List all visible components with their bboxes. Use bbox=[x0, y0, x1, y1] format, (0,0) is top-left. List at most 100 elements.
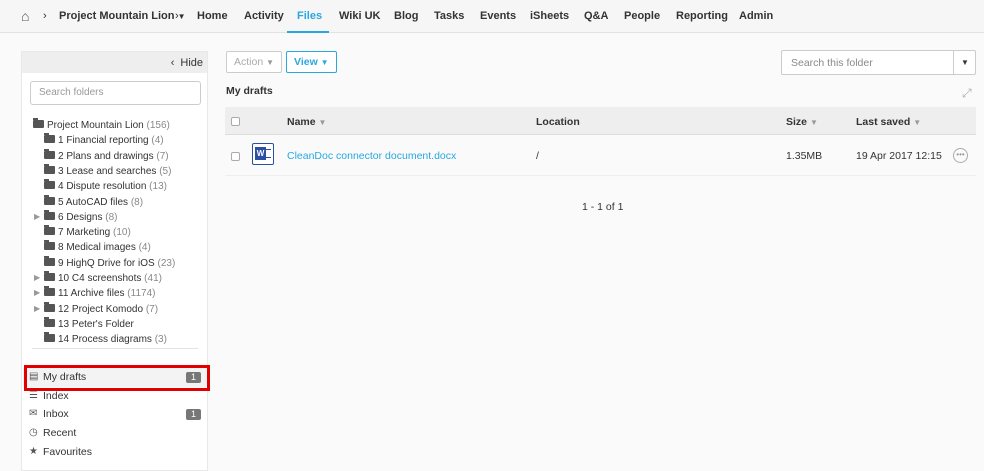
folder-item[interactable]: 9 HighQ Drive for iOS (23) bbox=[44, 255, 176, 273]
top-navigation: ⌂ › Project Mountain Lion ▼ › Home Activi… bbox=[0, 0, 984, 33]
column-last-saved[interactable]: Last saved ▼ bbox=[856, 116, 921, 128]
search-options-dropdown[interactable]: ▼ bbox=[953, 51, 976, 74]
sidebar-item-label: Recent bbox=[43, 427, 77, 440]
chevron-right-icon: › bbox=[175, 10, 179, 22]
folder-count: (41) bbox=[144, 273, 162, 284]
count-badge: 1 bbox=[185, 409, 201, 421]
sidebar-item-label: Index bbox=[43, 389, 69, 402]
nav-tab-blog[interactable]: Blog bbox=[394, 10, 418, 22]
expand-arrow-icon[interactable]: ▶ bbox=[34, 212, 40, 221]
folder-icon bbox=[44, 163, 55, 174]
expand-arrow-icon[interactable]: ▶ bbox=[34, 273, 40, 282]
nav-tab-events[interactable]: Events bbox=[480, 10, 516, 22]
folder-icon bbox=[44, 225, 55, 236]
folder-item[interactable]: 1 Financial reporting (4) bbox=[44, 133, 164, 150]
folder-label: 8 Medical images bbox=[58, 242, 136, 254]
folder-count: (23) bbox=[157, 257, 176, 269]
folder-item[interactable]: 8 Medical images (4) bbox=[44, 240, 151, 257]
folder-count: (13) bbox=[149, 181, 167, 193]
nav-tab-reporting[interactable]: Reporting bbox=[676, 10, 728, 22]
folder-item[interactable]: 13 Peter's Folder bbox=[44, 316, 134, 334]
nav-tab-wiki-uk[interactable]: Wiki UK bbox=[339, 10, 380, 22]
folder-item[interactable]: 7 Marketing (10) bbox=[44, 225, 131, 242]
column-label: Size bbox=[786, 116, 808, 128]
folder-item[interactable]: 2 Plans and drawings (7) bbox=[44, 148, 169, 166]
folder-label: Project Mountain Lion bbox=[47, 120, 144, 131]
folder-icon bbox=[44, 148, 55, 159]
nav-tab-tasks[interactable]: Tasks bbox=[434, 10, 464, 22]
search-folders-input[interactable]: Search folders bbox=[30, 81, 201, 105]
action-label: Action bbox=[234, 56, 264, 68]
folder-label: 14 Process diagrams bbox=[58, 334, 152, 346]
nav-tab-people[interactable]: People bbox=[624, 10, 660, 22]
folder-icon bbox=[44, 316, 55, 327]
sidebar-item-recent[interactable]: ◷ Recent bbox=[23, 424, 208, 443]
folder-item[interactable]: ▶ 6 Designs (8) bbox=[34, 209, 117, 227]
project-dropdown[interactable]: Project Mountain Lion ▼ bbox=[59, 10, 185, 22]
expand-arrow-icon[interactable]: ▶ bbox=[34, 304, 40, 313]
row-checkbox[interactable] bbox=[231, 152, 240, 161]
envelope-icon: ✉ bbox=[29, 408, 38, 420]
column-label: Last saved bbox=[856, 116, 911, 128]
search-this-folder[interactable]: Search this folder ▼ bbox=[781, 50, 976, 75]
nav-tab-home[interactable]: Home bbox=[197, 10, 228, 22]
folder-label: 1 Financial reporting bbox=[58, 135, 149, 147]
folder-root[interactable]: Project Mountain Lion (156) bbox=[33, 118, 170, 135]
expand-arrow-icon[interactable]: ▶ bbox=[34, 288, 40, 297]
sidebar-item-favourites[interactable]: ★ Favourites bbox=[23, 443, 208, 462]
folder-label: 6 Designs bbox=[58, 211, 103, 223]
folder-count: (8) bbox=[130, 196, 144, 208]
nav-tab-admin[interactable]: Admin bbox=[739, 10, 773, 22]
chevron-left-icon: ‹ bbox=[170, 57, 175, 69]
select-all-checkbox[interactable] bbox=[231, 117, 240, 126]
file-name-link[interactable]: CleanDoc connector document.docx bbox=[287, 150, 456, 162]
divider bbox=[32, 348, 198, 349]
file-location: / bbox=[536, 150, 539, 162]
column-name[interactable]: Name ▼ bbox=[287, 116, 326, 128]
nav-tab-q-a[interactable]: Q&A bbox=[584, 10, 608, 22]
folder-icon bbox=[44, 301, 55, 312]
folder-count: (3) bbox=[154, 334, 167, 346]
folder-icon bbox=[33, 118, 44, 128]
folder-sidebar: ‹ Hide Search folders Project Mountain Li… bbox=[21, 51, 210, 471]
folder-item[interactable]: 14 Process diagrams (3) bbox=[44, 332, 167, 349]
folder-count: (4) bbox=[138, 242, 151, 254]
caret-down-icon: ▼ bbox=[266, 58, 275, 67]
more-options-icon[interactable]: ••• bbox=[953, 148, 968, 163]
folder-label: 12 Project Komodo bbox=[58, 303, 144, 315]
pagination-info: 1 - 1 of 1 bbox=[582, 201, 624, 213]
folder-label: 3 Lease and searches bbox=[58, 165, 157, 177]
folder-count: (10) bbox=[113, 227, 131, 239]
view-label: View bbox=[294, 56, 318, 68]
folder-label: 11 Archive files bbox=[58, 288, 125, 300]
folder-count: (1174) bbox=[127, 288, 156, 300]
folder-item[interactable]: 3 Lease and searches (5) bbox=[44, 163, 171, 181]
sort-icon: ▼ bbox=[318, 118, 327, 127]
table-row: W CleanDoc connector document.docx / 1.3… bbox=[225, 136, 976, 176]
column-size[interactable]: Size ▼ bbox=[786, 116, 818, 128]
column-location: Location bbox=[536, 116, 580, 128]
nav-tab-files[interactable]: Files bbox=[297, 10, 322, 22]
star-icon: ★ bbox=[29, 445, 38, 457]
action-button[interactable]: Action ▼ bbox=[226, 51, 283, 73]
folder-icon bbox=[44, 286, 55, 297]
list-icon: ☰ bbox=[29, 389, 38, 401]
expand-icon[interactable]: ⤢ bbox=[962, 86, 972, 101]
sidebar-item-inbox[interactable]: ✉ Inbox 1 bbox=[23, 405, 208, 424]
nav-tab-isheets[interactable]: iSheets bbox=[530, 10, 569, 22]
folder-label: 13 Peter's Folder bbox=[58, 318, 134, 330]
folder-item[interactable]: ▶ 12 Project Komodo (7) bbox=[34, 301, 158, 319]
home-icon[interactable]: ⌂ bbox=[21, 8, 29, 24]
file-size: 1.35MB bbox=[786, 150, 823, 162]
chevron-right-icon: › bbox=[43, 10, 47, 22]
folder-item[interactable]: 4 Dispute resolution (13) bbox=[44, 179, 167, 196]
view-button[interactable]: View ▼ bbox=[286, 51, 337, 73]
folder-item[interactable]: ▶ 10 C4 screenshots (41) bbox=[34, 271, 162, 288]
folder-item[interactable]: ▶ 11 Archive files (1174) bbox=[34, 286, 156, 303]
hide-sidebar-button[interactable]: ‹ Hide bbox=[22, 52, 207, 73]
folder-item[interactable]: 5 AutoCAD files (8) bbox=[44, 194, 144, 212]
folder-count: (7) bbox=[156, 150, 169, 162]
folder-icon bbox=[44, 179, 55, 190]
nav-tab-activity[interactable]: Activity bbox=[244, 10, 284, 22]
active-tab-indicator bbox=[287, 31, 329, 33]
